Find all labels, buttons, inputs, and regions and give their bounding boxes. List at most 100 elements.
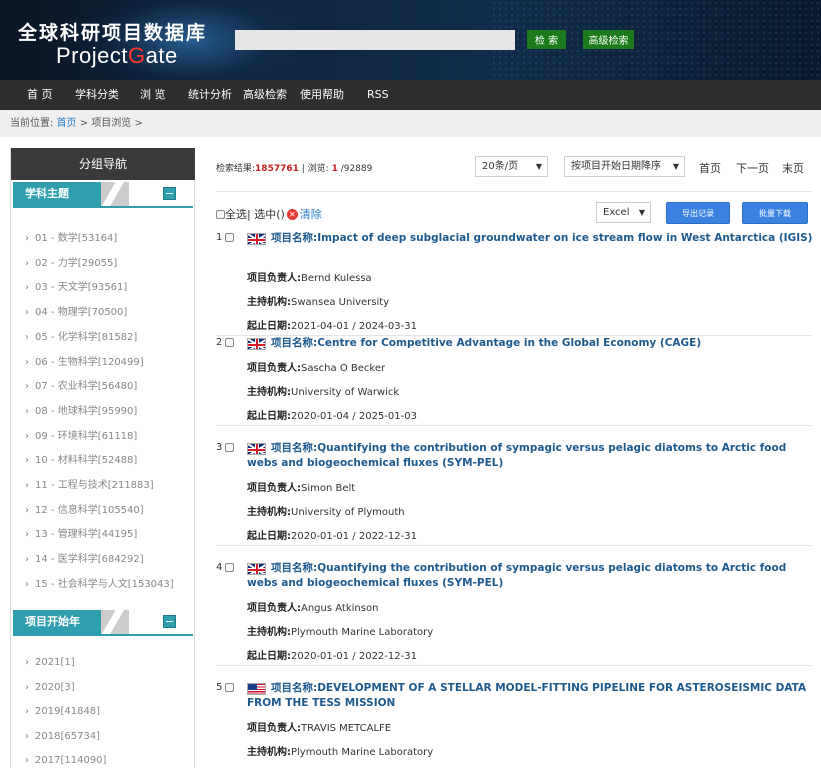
clear-icon[interactable]: ✕ xyxy=(286,208,298,220)
sidebar-title: 分组导航 xyxy=(11,148,195,180)
batch-download-button[interactable]: 批量下载 xyxy=(742,202,808,224)
record-title[interactable]: 项目名称:DEVELOPMENT OF A STELLAR MODEL-FITT… xyxy=(247,681,815,711)
record-title[interactable]: 项目名称:Quantifying the contribution of sym… xyxy=(247,441,815,471)
record-leader-value: Bernd Kulessa xyxy=(301,273,372,284)
result-total: 1857761 xyxy=(255,164,299,174)
sidebar-item-subject[interactable]: › 02 - 力学[29055] xyxy=(25,254,117,269)
breadcrumb: 当前位置: 首页 > 项目浏览 > xyxy=(0,110,821,137)
record-organization: 主持机构:University of Plymouth xyxy=(247,503,405,518)
sidebar-item-subject[interactable]: › 11 - 工程与技术[211883] xyxy=(25,476,154,491)
divider xyxy=(216,425,812,426)
record-leader-value: Sascha O Becker xyxy=(301,363,386,374)
record-leader: 项目负责人:Sascha O Becker xyxy=(247,359,385,374)
breadcrumb-current: 项目浏览 xyxy=(91,118,132,129)
record-title[interactable]: 项目名称:Centre for Competitive Advantage in… xyxy=(247,336,815,351)
sidebar-item-subject[interactable]: › 14 - 医学科学[684292] xyxy=(25,550,144,565)
sidebar-item-subject[interactable]: › 13 - 管理科学[44195] xyxy=(25,525,137,540)
selected-count: | 选中() xyxy=(247,208,285,221)
sidebar-item-subject[interactable]: › 10 - 材料科学[52488] xyxy=(25,451,137,466)
sidebar-item-subject[interactable]: › 06 - 生物科学[120499] xyxy=(25,353,144,368)
sidebar-item-subject[interactable]: › 09 - 环境科学[61118] xyxy=(25,427,137,442)
nav-statistics[interactable]: 统计分析 xyxy=(188,80,232,110)
record-organization-value: Swansea University xyxy=(291,297,390,308)
export-records-button[interactable]: 导出记录 xyxy=(666,202,730,224)
logo-chinese[interactable]: 全球科研项目数据库 xyxy=(18,18,207,45)
site-header: 全球科研项目数据库 ProjectGate 检 索 高级检索 xyxy=(0,0,821,80)
record-checkbox[interactable] xyxy=(225,443,234,452)
record-checkbox[interactable] xyxy=(225,563,234,572)
nav-help[interactable]: 使用帮助 xyxy=(300,80,344,110)
sidebar-item-year[interactable]: › 2020[3] xyxy=(25,682,75,693)
chevron-right-icon: › xyxy=(25,430,29,442)
sidebar-item-subject-label: 07 - 农业科学[56480] xyxy=(35,381,138,393)
sidebar-item-subject-label: 14 - 医学科学[684292] xyxy=(35,554,144,566)
sidebar-item-year[interactable]: › 2021[1] xyxy=(25,657,75,668)
export-format-select[interactable]: Excel ▼ xyxy=(596,202,651,223)
sidebar-item-subject[interactable]: › 08 - 地球科学[95990] xyxy=(25,402,137,417)
sort-select[interactable]: 按项目开始日期降序 ▼ xyxy=(564,156,685,177)
chevron-right-icon: › xyxy=(25,257,29,269)
search-button[interactable]: 检 索 xyxy=(527,30,566,49)
record-leader: 项目负责人:Simon Belt xyxy=(247,479,355,494)
sidebar-item-subject[interactable]: › 01 - 数学[53164] xyxy=(25,229,117,244)
subject-collapse-button[interactable]: − xyxy=(163,187,176,200)
sidebar-item-subject[interactable]: › 07 - 农业科学[56480] xyxy=(25,377,137,392)
select-all-checkbox[interactable] xyxy=(216,209,225,219)
record-checkbox[interactable] xyxy=(225,338,234,347)
record-title-label: 项目名称: xyxy=(271,682,318,694)
record-title-label: 项目名称: xyxy=(271,562,318,574)
subject-section-tab: 学科主题 xyxy=(13,182,101,206)
nav-browse[interactable]: 浏 览 xyxy=(140,80,166,110)
record-organization-value: Plymouth Marine Laboratory xyxy=(291,627,434,638)
logo-projectgate[interactable]: ProjectGate xyxy=(56,43,178,69)
year-collapse-button[interactable]: − xyxy=(163,615,176,628)
record-title-text: DEVELOPMENT OF A STELLAR MODEL-FITTING P… xyxy=(247,682,807,709)
sidebar-item-subject[interactable]: › 03 - 天文学[93561] xyxy=(25,278,127,293)
record-dates: 起止日期:2020-01-04 / 2025-01-03 xyxy=(247,407,417,422)
nav-subject-classification[interactable]: 学科分类 xyxy=(75,80,119,110)
record-title[interactable]: 项目名称:Impact of deep subglacial groundwat… xyxy=(247,231,815,246)
record-organization: 主持机构:University of Warwick xyxy=(247,383,399,398)
nav-advanced-search[interactable]: 高级检索 xyxy=(243,80,287,110)
sidebar-item-year[interactable]: › 2017[114090] xyxy=(25,755,106,766)
sidebar-item-subject-label: 03 - 天文学[93561] xyxy=(35,282,128,294)
advanced-search-button[interactable]: 高级检索 xyxy=(583,30,634,49)
pager-last[interactable]: 末页 xyxy=(782,160,804,176)
record-number: 3 xyxy=(216,442,223,453)
divider xyxy=(216,665,812,666)
per-page-select[interactable]: 20条/页 ▼ xyxy=(475,156,548,177)
record-organization-label: 主持机构: xyxy=(247,627,291,638)
record-organization-value: University of Plymouth xyxy=(291,507,405,518)
select-all-label[interactable]: 全选 xyxy=(225,206,247,222)
record-dates-label: 起止日期: xyxy=(247,321,291,332)
chevron-right-icon: › xyxy=(25,405,29,417)
logo-part-g: G xyxy=(127,43,146,68)
pager-first[interactable]: 首页 xyxy=(699,160,721,176)
record-leader-value: Simon Belt xyxy=(301,483,356,494)
clear-link[interactable]: 清除 xyxy=(300,206,322,222)
sidebar-item-subject[interactable]: › 15 - 社会科学与人文[153043] xyxy=(25,575,174,590)
record-number: 2 xyxy=(216,337,223,348)
chevron-right-icon: › xyxy=(25,233,29,244)
chevron-right-icon: › xyxy=(25,681,29,693)
sidebar-item-subject[interactable]: › 12 - 信息科学[105540] xyxy=(25,501,144,516)
record-checkbox[interactable] xyxy=(225,233,234,242)
pager-next[interactable]: 下一页 xyxy=(736,160,769,176)
nav-rss[interactable]: RSS xyxy=(367,80,389,110)
breadcrumb-home-link[interactable]: 首页 xyxy=(57,118,77,129)
record-title-text: Impact of deep subglacial groundwater on… xyxy=(317,232,813,244)
per-page-value: 20条/页 xyxy=(482,161,519,172)
sidebar-item-subject[interactable]: › 04 - 物理学[70500] xyxy=(25,303,127,318)
sidebar-item-subject[interactable]: › 05 - 化学科学[81582] xyxy=(25,328,137,343)
record-organization-label: 主持机构: xyxy=(247,747,291,758)
sidebar-item-year[interactable]: › 2018[65734] xyxy=(25,731,100,742)
record-title[interactable]: 项目名称:Quantifying the contribution of sym… xyxy=(247,561,815,591)
result-total-label: 检索结果: xyxy=(216,164,256,174)
sidebar-item-subject-label: 10 - 材料科学[52488] xyxy=(35,455,138,467)
nav-home[interactable]: 首 页 xyxy=(27,80,53,110)
search-input[interactable] xyxy=(235,30,515,50)
section-underline xyxy=(13,634,193,636)
sidebar-item-year[interactable]: › 2019[41848] xyxy=(25,706,100,717)
chevron-right-icon: › xyxy=(25,657,29,668)
record-checkbox[interactable] xyxy=(225,683,234,692)
